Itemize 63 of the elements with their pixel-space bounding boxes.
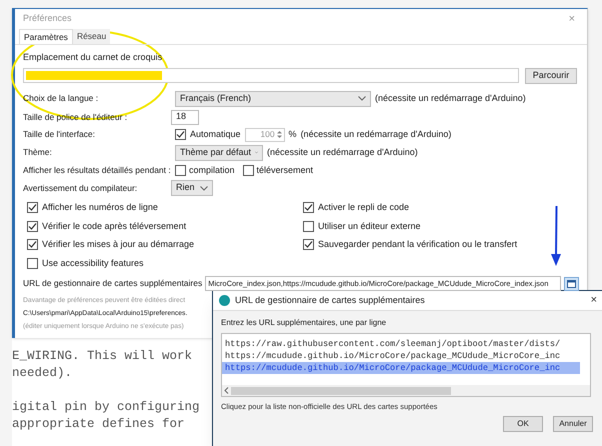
restart-note: (nécessite un redémarrage d'Arduino) [375, 92, 526, 105]
url-text-area[interactable]: https://raw.githubusercontent.com/sleemanj/optiboot/master/dists/ https://mcudude.github.io/MicroCore/package_MCUdude_MicroCore_inc https://mcudude.github.io/MicroCore/package_MCUdude_MicroCore_inc [221, 333, 591, 397]
restart-note: (nécessite un redémarrage d'Arduino) [267, 146, 418, 159]
checkmark-icon [304, 240, 313, 250]
checkbox[interactable] [242, 164, 254, 176]
setting-label: URL de gestionnaire de cartes supplémentaires [23, 277, 202, 290]
dropdown[interactable]: Français (French) [175, 90, 371, 106]
checkbox-label: Use accessibility features [42, 256, 144, 270]
restart-note: (nécessite un redémarrage d'Arduino) [300, 128, 452, 141]
checkbox[interactable] [27, 258, 38, 269]
app-logo-icon [219, 295, 230, 306]
code-line: needed). [12, 365, 72, 382]
code-line: appropriate defines for [12, 416, 185, 433]
prompt-text: Entrez les URL supplémentaires, une par ligne [221, 317, 388, 329]
checkbox[interactable] [303, 220, 314, 232]
window-icon[interactable] [564, 276, 579, 290]
arrow-drawing [551, 206, 561, 266]
chevron-left-icon[interactable] [224, 387, 229, 394]
spinner-arrows-icon [276, 130, 282, 139]
checkbox-label: téléversement [256, 164, 314, 176]
code-line: igital pin by configuring [12, 399, 200, 416]
checkbox-label: Vérifier les mises à jour au démarrage [42, 238, 194, 251]
close-button[interactable]: × [590, 292, 597, 309]
scrollbar-thumb[interactable] [231, 386, 451, 394]
checkbox[interactable] [27, 239, 38, 250]
checkbox[interactable] [303, 202, 314, 214]
checkmark-icon [176, 130, 185, 139]
checkmark-icon [304, 203, 313, 212]
setting-label: Afficher les résultats détaillés pendant : [23, 164, 171, 177]
browse-button[interactable]: Parcourir [525, 68, 577, 84]
code-line: E_WIRING. This will work [12, 348, 192, 365]
dialog-button[interactable]: OK [503, 416, 543, 432]
dialog-title: URL de gestionnaire de cartes supplémentaires [235, 294, 426, 307]
dropdown[interactable]: Rien [171, 180, 213, 196]
checkbox[interactable] [27, 220, 38, 232]
tab[interactable]: Paramètres [19, 29, 73, 44]
unit-label: % [288, 128, 297, 141]
window-title: Préférences [23, 12, 72, 26]
setting-label: Taille de l'interface: [23, 128, 96, 141]
checkbox-label: Afficher les numéros de ligne [42, 201, 158, 214]
caret-icon [358, 96, 366, 101]
checkbox-label: Activer le repli de code [318, 201, 410, 214]
dropdown[interactable]: Thème par défaut [175, 144, 263, 160]
checkbox-label: Vérifier le code après téléversement [42, 220, 186, 233]
setting-label: Avertissement du compilateur: [23, 182, 138, 194]
url-line: https://raw.githubusercontent.com/sleemanj/optiboot/master/dists/ [224, 338, 562, 350]
font-size-field[interactable]: 18 [171, 110, 199, 124]
setting-label: Choix de la langue : [23, 92, 100, 105]
checkbox[interactable] [303, 239, 314, 250]
setting-label: Thème: [23, 146, 53, 159]
checkbox-label: Automatique [190, 128, 241, 141]
caret-icon [200, 186, 208, 190]
checkbox[interactable] [175, 164, 186, 176]
checkbox[interactable] [175, 129, 186, 140]
checkbox-label: Sauvegarder pendant la vérification ou le transfert [318, 238, 518, 251]
horizontal-scrollbar[interactable] [222, 385, 590, 396]
tab[interactable]: Réseau [72, 29, 110, 44]
checkbox-label: compilation [189, 164, 235, 177]
checkbox[interactable] [27, 202, 38, 214]
checkbox-label: Utiliser un éditeur externe [318, 220, 421, 232]
dialog-button[interactable]: Annuler [553, 416, 593, 432]
url-line: https://mcudude.github.io/MicroCore/package_MCUdude_MicroCore_inc [224, 350, 562, 362]
sketchbook-path-field[interactable] [23, 68, 519, 83]
